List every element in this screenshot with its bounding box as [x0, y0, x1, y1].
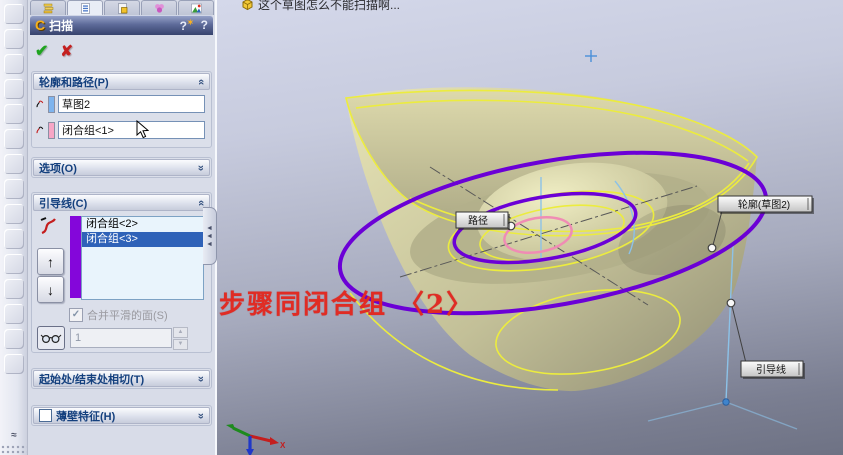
merge-tangent-faces-row: ✓ 合并平滑的面(S): [69, 307, 168, 323]
sweep-path-icon: [36, 126, 44, 134]
group-thin-feature: 薄壁特征(H) «: [31, 405, 212, 426]
section-number-spinner: ▲ ▼: [173, 326, 188, 350]
merge-tangent-faces-checkbox[interactable]: ✓: [69, 308, 83, 322]
propertymanager-icon: [80, 2, 90, 14]
show-sections-button[interactable]: [37, 326, 65, 350]
ok-cancel-row: ✔ ✘: [28, 35, 215, 63]
svg-text:路径: 路径: [468, 214, 488, 227]
profile-input[interactable]: [58, 95, 205, 113]
feature-toolbar-icon[interactable]: [3, 204, 24, 224]
spin-down-icon[interactable]: ▼: [173, 338, 188, 350]
tab-dimxpertmanager[interactable]: [141, 0, 177, 15]
feature-toolbar-icon[interactable]: [3, 329, 24, 349]
thin-feature-checkbox[interactable]: [39, 409, 52, 422]
show-sections-row: 1 ▲ ▼: [37, 326, 188, 350]
group-guide-curves: 引导线(C) « ↑ ↓ 闭合组<2> 闭合组<3> ✓ 合并平滑的面(S) 1…: [31, 192, 212, 353]
toolbar-overflow-icon[interactable]: ≈: [0, 430, 27, 441]
chevron-up-icon: «: [194, 78, 207, 85]
group-profile-and-path: 轮廓和路径(P) «: [31, 71, 212, 148]
features-toolbar: ≈: [0, 0, 28, 455]
group-header-profile-and-path[interactable]: 轮廓和路径(P) «: [33, 73, 210, 90]
panel-flyout-tab[interactable]: ◄ ◄ ◄: [203, 207, 217, 265]
flyout-arrow-icon: ◄: [206, 224, 213, 232]
dimxpertmanager-icon: [154, 3, 164, 13]
path-input[interactable]: [58, 121, 205, 139]
guide-list-item[interactable]: 闭合组<2>: [82, 217, 203, 232]
tab-displaymanager[interactable]: [178, 0, 214, 15]
graphics-viewport[interactable]: 这个草图怎么不能扫描啊... 路径 轮廓(草图2) 引导线 X 步骤同闭合组 〈…: [217, 0, 843, 455]
configurationmanager-icon: [117, 2, 127, 14]
feature-toolbar-icon[interactable]: [3, 154, 24, 174]
orientation-triad: X: [226, 424, 286, 455]
group-header-start-end-tangency[interactable]: 起始处/结束处相切(T) «: [33, 370, 210, 387]
group-options: 选项(O) «: [31, 157, 212, 178]
path-row: [32, 117, 211, 143]
feature-toolbar-icon[interactable]: [3, 179, 24, 199]
mouse-cursor: [136, 120, 149, 139]
feature-toolbar-icon[interactable]: [3, 54, 24, 74]
cancel-button[interactable]: ✘: [60, 42, 73, 60]
callout-path[interactable]: 路径: [455, 211, 510, 230]
glasses-icon: [40, 334, 62, 344]
sweep-profile-icon: [36, 100, 44, 108]
callout-profile[interactable]: 轮廓(草图2): [717, 195, 814, 214]
sketch-endpoint[interactable]: [722, 398, 730, 406]
merge-tangent-faces-label: 合并平滑的面(S): [87, 310, 168, 322]
group-header-thin-feature[interactable]: 薄壁特征(H) «: [33, 407, 210, 424]
guide-curve-icon: [40, 217, 56, 235]
displaymanager-icon: [190, 3, 202, 13]
chevron-down-icon: «: [194, 375, 207, 382]
spin-up-icon[interactable]: ▲: [173, 326, 188, 338]
flyout-arrow-icon: ◄: [206, 232, 213, 240]
guide-curve-color-bar: [70, 216, 81, 298]
feature-toolbar-icon[interactable]: [3, 229, 24, 249]
feature-toolbar-icon[interactable]: [3, 4, 24, 24]
tab-configurationmanager[interactable]: [104, 0, 140, 15]
feature-toolbar-icon[interactable]: [3, 104, 24, 124]
feature-toolbar-icon[interactable]: [3, 29, 24, 49]
ok-button[interactable]: ✔: [35, 41, 48, 61]
feature-toolbar-icon[interactable]: [3, 129, 24, 149]
group-header-guide-curves[interactable]: 引导线(C) «: [33, 194, 210, 211]
tab-propertymanager[interactable]: [67, 0, 103, 15]
panel-title: 扫描: [49, 18, 74, 33]
feature-toolbar-icon[interactable]: [3, 354, 24, 374]
manager-tab-strip: [28, 0, 215, 15]
chevron-up-icon: «: [194, 199, 207, 206]
profile-row: [32, 91, 211, 117]
feature-toolbar-icon[interactable]: [3, 254, 24, 274]
viewport-canvas[interactable]: 路径 轮廓(草图2) 引导线 X: [217, 0, 843, 455]
sweep-feature-icon: C: [35, 17, 46, 33]
svg-text:轮廓(草图2): 轮廓(草图2): [738, 198, 790, 211]
propertymanager-header: C 扫描 ?✶ ?: [30, 15, 213, 35]
featuremanager-icon: [43, 3, 53, 13]
help-icon[interactable]: ?: [201, 18, 208, 32]
move-down-button[interactable]: ↓: [37, 276, 64, 303]
path-color-swatch: [48, 121, 55, 139]
sketch-point-cross[interactable]: [585, 50, 597, 62]
feature-toolbar-icon[interactable]: [3, 279, 24, 299]
section-number-field[interactable]: 1: [70, 328, 172, 348]
tab-featuremanager[interactable]: [30, 0, 66, 15]
guide-curves-content: ↑ ↓ 闭合组<2> 闭合组<3> ✓ 合并平滑的面(S) 1 ▲ ▼: [32, 212, 211, 352]
flyout-arrow-icon: ◄: [206, 240, 213, 248]
guide-list-item-selected[interactable]: 闭合组<3>: [82, 232, 203, 247]
chevron-down-icon: «: [194, 412, 207, 419]
feature-toolbar-icon[interactable]: [3, 79, 24, 99]
guide-curves-list[interactable]: 闭合组<2> 闭合组<3>: [81, 216, 204, 300]
annotation-text: 步骤同闭合组 〈2〉: [219, 290, 475, 320]
toolbar-grip: [0, 444, 27, 455]
group-header-options[interactable]: 选项(O) «: [33, 159, 210, 176]
whats-new-help-icon[interactable]: ?✶: [180, 18, 194, 33]
chevron-down-icon: «: [194, 164, 207, 171]
profile-color-swatch: [48, 95, 55, 113]
move-up-button[interactable]: ↑: [37, 248, 64, 275]
group-start-end-tangency: 起始处/结束处相切(T) «: [31, 368, 212, 389]
feature-toolbar-icon[interactable]: [3, 304, 24, 324]
svg-text:X: X: [280, 441, 286, 450]
property-manager-panel: C 扫描 ?✶ ? ✔ ✘ 轮廓和路径(P) « 草图2 闭合组<1> 选项(O…: [28, 0, 215, 455]
solidworks-window: ≈ C 扫描 ?✶ ? ✔ ✘ 轮廓和路径(P) « 草图2 闭合组<1> 选项…: [0, 0, 843, 455]
callout-guide[interactable]: 引导线: [740, 360, 805, 379]
svg-text:引导线: 引导线: [756, 363, 786, 376]
